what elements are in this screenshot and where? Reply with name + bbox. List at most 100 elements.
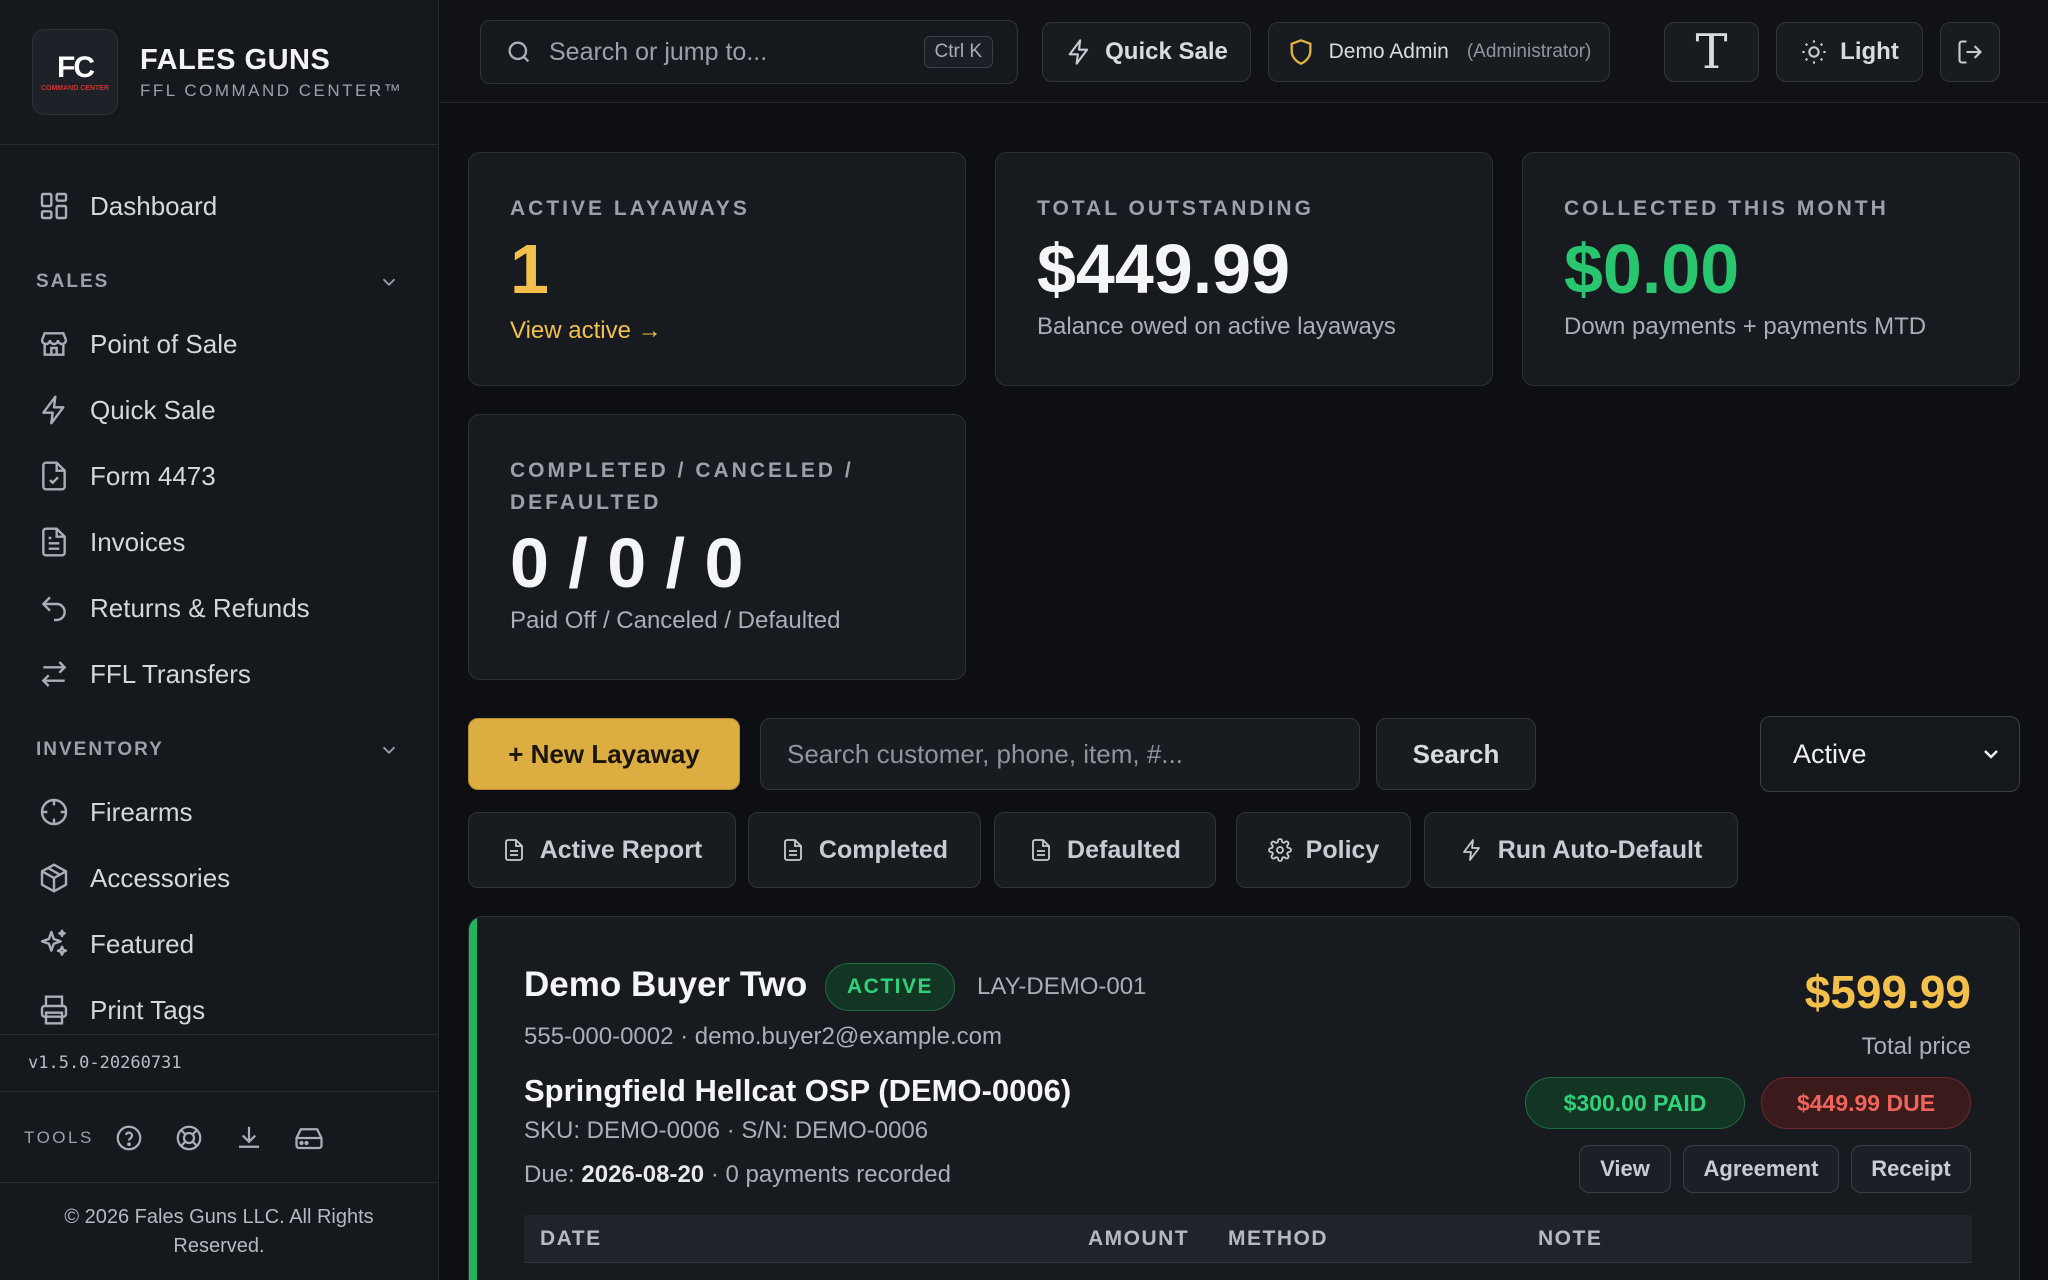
sidebar-item-label: Print Tags [90, 994, 206, 1025]
column-header-note: NOTE [1538, 1227, 1603, 1250]
view-button[interactable]: View [1579, 1145, 1671, 1193]
stat-subtext: Paid Off / Canceled / Defaulted [510, 607, 841, 634]
sidebar-item-label: Point of Sale [90, 328, 238, 359]
due-line: Due: 2026-08-20 · 0 payments recorded [524, 1161, 951, 1189]
column-header-method: METHOD [1228, 1227, 1328, 1250]
global-search[interactable]: Search or jump to... Ctrl K [480, 20, 1018, 84]
column-header-amount: AMOUNT [1088, 1227, 1190, 1250]
download-icon[interactable] [234, 1123, 264, 1153]
section-title: SALES [36, 271, 110, 292]
stat-subtext: Balance owed on active layaways [1037, 313, 1396, 340]
layaway-search-input[interactable] [760, 718, 1360, 790]
file-text-icon [42, 527, 66, 557]
section-inventory-toggle[interactable]: INVENTORY [0, 721, 438, 779]
sidebar-item-quick-sale[interactable]: Quick Sale [0, 377, 438, 443]
logout-button[interactable] [1940, 22, 2000, 82]
payments-count: · 0 payments recorded [710, 1161, 951, 1188]
total-price-label: Total price [1861, 1033, 1971, 1060]
sidebar-nav: Dashboard SALES Point of Sale Quick Sale… [0, 145, 438, 1035]
sidebar-item-label: Accessories [90, 862, 231, 893]
due-label: Due: [524, 1161, 575, 1188]
help-icon[interactable] [114, 1123, 144, 1153]
status-filter-select[interactable]: Active [1760, 716, 2020, 792]
sidebar-item-point-of-sale[interactable]: Point of Sale [0, 311, 438, 377]
brand-logo[interactable]: FC COMMAND CENTER [32, 29, 118, 115]
tools-bar: TOOLS [0, 1093, 438, 1183]
box-icon [40, 863, 68, 893]
defaulted-report-button[interactable]: Defaulted [994, 812, 1216, 888]
policy-button[interactable]: Policy [1236, 812, 1411, 888]
theme-toggle-button[interactable]: Light [1776, 22, 1923, 82]
sidebar-item-firearms[interactable]: Firearms [0, 779, 438, 845]
file-text-icon [1032, 839, 1050, 861]
sidebar-item-dashboard[interactable]: Dashboard [0, 173, 438, 239]
sparkles-icon [40, 929, 68, 956]
sidebar: FC COMMAND CENTER FALES GUNS FFL COMMAND… [0, 0, 439, 1280]
item-title: Springfield Hellcat OSP (DEMO-0006) [524, 1073, 1072, 1108]
section-title: INVENTORY [36, 739, 164, 760]
active-report-button[interactable]: Active Report [468, 812, 736, 888]
file-check-icon [42, 461, 66, 491]
logout-icon [1958, 40, 1982, 64]
file-text-icon [784, 839, 802, 861]
search-button[interactable]: Search [1376, 718, 1536, 790]
store-icon [40, 332, 68, 356]
hard-drive-icon[interactable] [294, 1123, 324, 1153]
app-version: v1.5.0-20260731 [0, 1034, 438, 1092]
button-label: Run Auto-Default [1497, 835, 1703, 864]
button-label: Defaulted [1067, 835, 1181, 864]
stat-value: $0.00 [1564, 230, 1740, 308]
sidebar-item-form-4473[interactable]: Form 4473 [0, 443, 438, 509]
status-stripe [469, 917, 477, 1280]
lightning-icon [1068, 39, 1089, 65]
sidebar-item-label: Form 4473 [90, 460, 216, 491]
theme-label: Light [1840, 38, 1899, 65]
user-role: (Administrator) [1466, 41, 1592, 62]
sidebar-item-label: FFL Transfers [90, 658, 251, 689]
logo-subtext: COMMAND CENTER [40, 84, 110, 92]
stat-card-total-outstanding: TOTAL OUTSTANDING $449.99 Balance owed o… [995, 152, 1493, 386]
button-label: Active Report [539, 835, 703, 864]
view-active-link[interactable]: View active → [510, 317, 925, 345]
layaway-card: Demo Buyer Two ACTIVE LAY-DEMO-001 555-0… [468, 916, 2020, 1280]
sidebar-item-featured[interactable]: Featured [0, 911, 438, 977]
stat-card-collected-this-month: COLLECTED THIS MONTH $0.00 Down payments… [1522, 152, 2020, 386]
logo-letters: FC [57, 50, 95, 84]
button-label: Completed [818, 835, 949, 864]
sidebar-item-label: Dashboard [90, 190, 218, 221]
stat-label: COMPLETED / CANCELED / DEFAULTED [510, 459, 854, 514]
copyright: © 2026 Fales Guns LLC. All Rights Reserv… [64, 1205, 374, 1257]
sidebar-item-invoices[interactable]: Invoices [0, 509, 438, 575]
stat-card-active-layaways: ACTIVE LAYAWAYS 1 View active → [468, 152, 966, 386]
new-layaway-button[interactable]: + New Layaway [468, 718, 740, 790]
sidebar-item-label: Featured [90, 928, 195, 959]
chevron-down-icon [382, 278, 396, 287]
stat-value: $449.99 [1037, 230, 1291, 308]
paid-badge: $300.00 PAID [1525, 1077, 1745, 1129]
font-size-toggle[interactable]: T [1664, 22, 1759, 82]
customer-name: Demo Buyer Two [524, 965, 808, 1004]
gear-icon [1267, 838, 1292, 862]
total-price: $599.99 [1804, 966, 1971, 1018]
agreement-button[interactable]: Agreement [1683, 1145, 1839, 1193]
completed-report-button[interactable]: Completed [748, 812, 981, 888]
sidebar-item-label: Quick Sale [90, 394, 216, 425]
status-filter-value: Active [1793, 738, 1867, 769]
support-lifebuoy-icon[interactable] [174, 1123, 204, 1153]
receipt-button[interactable]: Receipt [1851, 1145, 1971, 1193]
button-label: Policy [1305, 835, 1380, 864]
section-sales-toggle[interactable]: SALES [0, 253, 438, 311]
due-badge: $449.99 DUE [1761, 1077, 1971, 1129]
sidebar-item-ffl-transfers[interactable]: FFL Transfers [0, 641, 438, 707]
brand: FC COMMAND CENTER FALES GUNS FFL COMMAND… [0, 0, 438, 145]
run-auto-default-button[interactable]: Run Auto-Default [1424, 812, 1738, 888]
chevron-down-icon [382, 746, 396, 755]
sidebar-item-returns-refunds[interactable]: Returns & Refunds [0, 575, 438, 641]
sidebar-item-print-tags[interactable]: Print Tags [0, 977, 438, 1035]
sidebar-item-accessories[interactable]: Accessories [0, 845, 438, 911]
status-badge: ACTIVE [825, 963, 955, 1011]
quick-sale-button[interactable]: Quick Sale [1042, 22, 1251, 82]
stat-subtext: Down payments + payments MTD [1564, 313, 1927, 340]
stat-label: TOTAL OUTSTANDING [1037, 197, 1314, 220]
user-menu-button[interactable]: Demo Admin (Administrator) [1268, 22, 1610, 82]
